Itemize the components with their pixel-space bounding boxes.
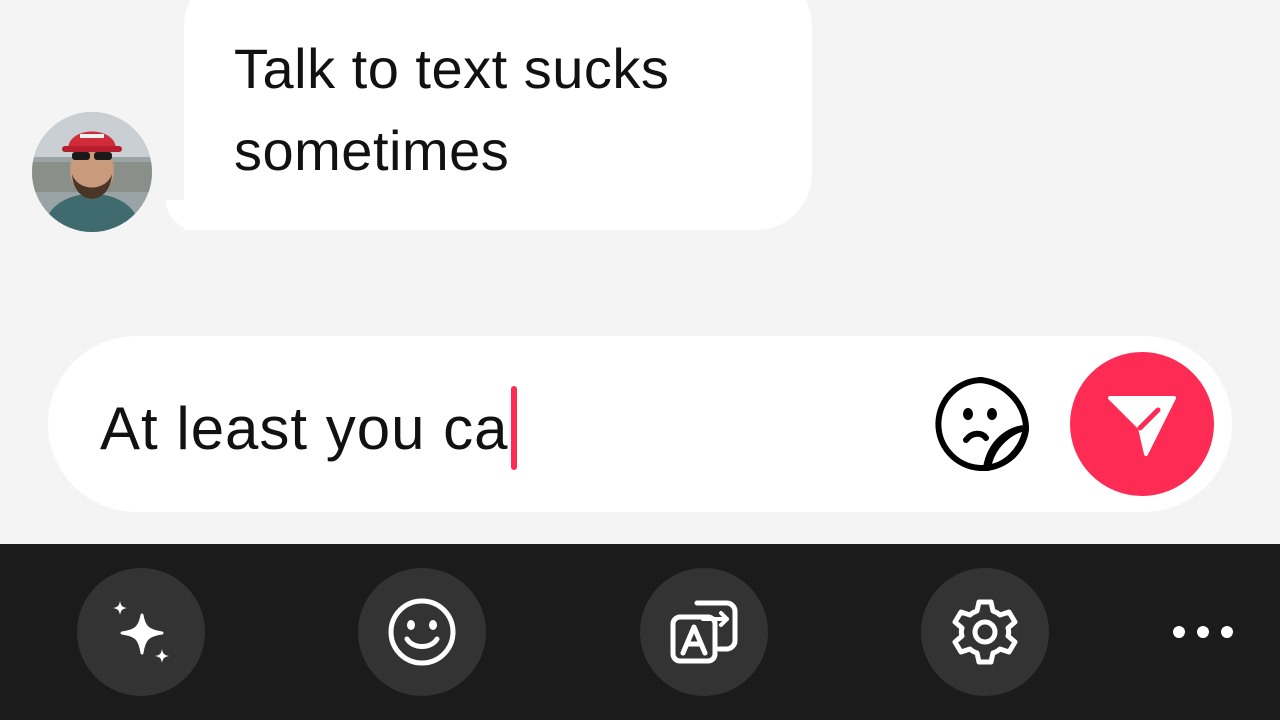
more-icon: [1173, 626, 1233, 638]
translate-button[interactable]: [640, 568, 768, 696]
keyboard-toolbar: [0, 544, 1280, 720]
settings-button[interactable]: [921, 568, 1049, 696]
sticker-button[interactable]: [932, 374, 1032, 474]
more-button[interactable]: [1158, 600, 1248, 664]
message-bubble[interactable]: Talk to text sucks sometimes: [184, 0, 812, 230]
message-composer: At least you ca: [48, 336, 1232, 512]
sticker-icon: [935, 377, 1029, 471]
send-icon: [1108, 396, 1176, 456]
ai-sparkles-button[interactable]: [77, 568, 205, 696]
sparkles-icon: [113, 601, 169, 663]
avatar-image: [32, 112, 152, 232]
text-caret: [510, 386, 517, 470]
send-button[interactable]: [1070, 352, 1214, 496]
message-input-text: At least you ca: [100, 394, 509, 462]
message-input[interactable]: At least you ca: [100, 386, 517, 470]
gear-icon: [952, 599, 1018, 665]
chat-screen: Talk to text sucks sometimes At least yo…: [0, 0, 1280, 720]
emoji-button[interactable]: [358, 568, 486, 696]
translate-icon: [670, 600, 738, 664]
message-text: Talk to text sucks sometimes: [234, 37, 670, 182]
sender-avatar[interactable]: [32, 112, 152, 232]
emoji-icon: [388, 598, 456, 666]
